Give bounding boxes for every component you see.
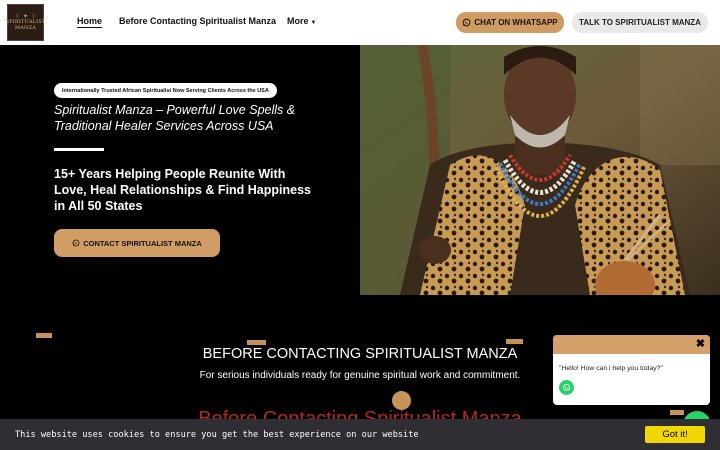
- section-subtitle: For serious individuals ready for genuin…: [199, 370, 521, 381]
- chat-on-whatsapp-button[interactable]: CHAT ON WHATSAPP: [456, 12, 564, 33]
- nav-before-contacting[interactable]: Before Contacting Spiritualist Manza: [119, 16, 276, 26]
- hero-heading: 15+ Years Helping People Reunite With Lo…: [54, 167, 311, 213]
- contact-button-label: CONTACT SPIRITUALIST MANZA: [83, 238, 202, 248]
- chat-greeting: "Hello! How can i help you today?": [559, 365, 663, 372]
- decorative-bar: [36, 333, 52, 338]
- nav-more-label: More: [287, 16, 309, 26]
- hero-portrait-image: [360, 45, 720, 295]
- whatsapp-icon: [463, 18, 471, 27]
- whatsapp-icon: [72, 239, 80, 247]
- hero-badge: Internationally Trusted African Spiritua…: [54, 83, 277, 98]
- site-logo[interactable]: ☾ ✦ ☽ SPIRITUALIST MANZA: [6, 4, 45, 41]
- caret-down-icon: ▼: [310, 20, 317, 26]
- hero-divider: [54, 148, 104, 151]
- whatsapp-icon[interactable]: [559, 380, 574, 395]
- talk-button-label: TALK TO SPIRITUALIST MANZA: [579, 18, 701, 27]
- chat-popup-header: ✖: [553, 335, 710, 354]
- site-header: ☾ ✦ ☽ SPIRITUALIST MANZA Home Before Con…: [0, 0, 720, 45]
- cookie-banner: This website uses cookies to ensure you …: [0, 419, 720, 450]
- chat-popup: ✖ "Hello! How can i help you today?": [553, 335, 710, 405]
- cookie-message: This website uses cookies to ensure you …: [15, 430, 419, 440]
- nav-more[interactable]: More ▼: [287, 16, 316, 26]
- cookie-accept-button[interactable]: Got it!: [645, 426, 705, 443]
- decorative-dot: [392, 391, 411, 410]
- decorative-bar: [506, 339, 523, 344]
- chat-on-whatsapp-label: CHAT ON WHATSAPP: [474, 18, 558, 27]
- close-icon[interactable]: ✖: [696, 337, 705, 350]
- contact-spiritualist-button[interactable]: CONTACT SPIRITUALIST MANZA: [54, 229, 220, 257]
- decorative-bar: [247, 340, 266, 345]
- hero-subtitle: Spiritualist Manza – Powerful Love Spell…: [54, 103, 296, 133]
- talk-to-spiritualist-button[interactable]: TALK TO SPIRITUALIST MANZA: [572, 12, 708, 33]
- section-title: BEFORE CONTACTING SPIRITUALIST MANZA: [202, 346, 518, 362]
- nav-home[interactable]: Home: [77, 16, 103, 28]
- logo-line-2: MANZA: [14, 24, 37, 31]
- decorative-bar: [670, 410, 684, 415]
